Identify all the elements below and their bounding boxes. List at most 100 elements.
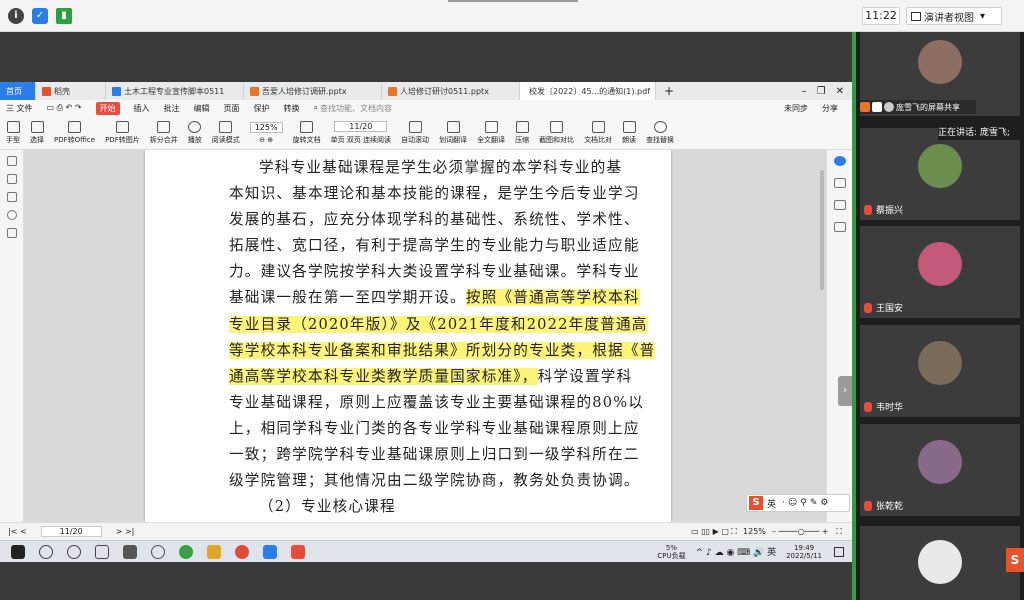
status-page[interactable]: 11/20 xyxy=(40,526,102,537)
properties-icon[interactable] xyxy=(834,200,846,210)
security-shield-icon[interactable]: ✓ xyxy=(32,7,48,24)
text-segment: 科学设置学科 xyxy=(537,367,633,385)
info-icon[interactable]: i xyxy=(8,7,24,24)
vertical-scrollbar[interactable] xyxy=(820,170,824,290)
menu-start[interactable]: 开始 xyxy=(95,101,120,115)
attachment-icon[interactable] xyxy=(7,210,17,220)
reading-mode-button[interactable]: 阅读模式 xyxy=(212,120,240,145)
menu-edit[interactable]: 编辑 xyxy=(194,103,210,114)
presenter-view-button[interactable]: 演讲者视图 ▾ xyxy=(906,7,1002,25)
split-merge-button[interactable]: 拆分合并 xyxy=(150,120,178,145)
window-drag-handle[interactable] xyxy=(448,0,578,2)
self-video-tile[interactable] xyxy=(860,526,1020,600)
participant-tile-3[interactable]: 韦时华 xyxy=(860,325,1020,417)
notification-icon[interactable] xyxy=(834,546,844,557)
single-page-toggle[interactable]: 单页 xyxy=(331,136,345,144)
tab-talent-survey[interactable]: 吾爱人培修订调研.pptx xyxy=(244,82,382,100)
auto-scroll-button[interactable]: 自动滚动 xyxy=(401,120,429,145)
ime-toolbar[interactable]: S 英 ·☺⚲✎⚙ xyxy=(746,494,850,512)
sogou-float-icon[interactable]: S xyxy=(1006,548,1024,572)
zoom-control[interactable]: 125% ⊖ ⊕ xyxy=(249,121,283,144)
ime-tool-icons[interactable]: ·☺⚲✎⚙ xyxy=(782,498,831,508)
panel-expand-button[interactable]: › xyxy=(838,376,852,406)
tab-civil-script[interactable]: 土木工程专业宣传脚本0511 xyxy=(106,82,244,100)
magnifier-app-icon[interactable] xyxy=(151,544,165,559)
zoom-icons[interactable]: ⊖ ⊕ xyxy=(259,136,273,144)
cortana-icon[interactable] xyxy=(67,544,81,559)
document-viewport[interactable]: 学科专业基础课程是学生必须掌握的本学科专业的基 本知识、基本理论和基本技能的课程，… xyxy=(0,150,852,522)
menu-insert[interactable]: 插入 xyxy=(134,103,150,114)
tab-docer[interactable]: 稻壳 xyxy=(36,82,106,100)
status-zoom[interactable]: 125% xyxy=(743,527,766,536)
continuous-toggle[interactable]: 连续阅读 xyxy=(363,136,391,144)
view-mode-icons[interactable]: ▭ ▯▯ ▶ ▢ ⛶ xyxy=(691,527,737,537)
new-tab-button[interactable]: + xyxy=(664,84,674,98)
wechat-icon[interactable] xyxy=(179,544,193,559)
search-icon[interactable] xyxy=(39,544,53,559)
tab-active-pdf[interactable]: 校发〔2022〕45...的通知(1).pdf xyxy=(520,82,656,100)
signal-icon[interactable]: ▮ xyxy=(56,7,72,24)
zoom-slider[interactable]: – ────○─── + xyxy=(772,527,828,536)
select-tool-button[interactable]: 选择 xyxy=(30,120,44,145)
fullscreen-icon[interactable]: ⛶ xyxy=(836,527,842,537)
menu-protect[interactable]: 保护 xyxy=(254,103,270,114)
cpu-monitor[interactable]: 5% CPU负载 xyxy=(657,544,685,560)
widgets-icon[interactable] xyxy=(123,544,137,559)
participant-tile-1[interactable]: 蔡振兴 xyxy=(860,128,1020,220)
page-number-input[interactable]: 11/20 xyxy=(334,120,388,132)
cloud-sync-status[interactable]: 未同步 xyxy=(784,103,808,114)
comment-icon[interactable] xyxy=(7,192,17,202)
tab-talent-discussion[interactable]: 人培修订研讨0511.pptx xyxy=(382,82,520,100)
rotate-button[interactable]: 旋转文档 xyxy=(293,120,321,145)
system-clock[interactable]: 19:49 2022/5/11 xyxy=(786,544,822,560)
text-line: 一致；跨学院学科专业基础课原则上归口到一级学科所在二 xyxy=(229,442,638,468)
menu-page[interactable]: 页面 xyxy=(224,103,240,114)
file-explorer-icon[interactable] xyxy=(207,544,221,559)
double-page-toggle[interactable]: 双页 xyxy=(347,136,361,144)
feature-search[interactable]: 查找功能、文档内容 xyxy=(320,103,392,114)
menu-file[interactable]: 三 文件 xyxy=(6,103,33,114)
assistant-icon[interactable] xyxy=(834,156,846,166)
find-replace-button[interactable]: 查找替换 xyxy=(646,120,674,145)
stamp-icon[interactable] xyxy=(834,222,846,232)
hand-tool-button[interactable]: 手型 xyxy=(6,120,20,145)
nav-next-last[interactable]: > >| xyxy=(116,527,135,536)
page-navigator[interactable]: 11/20 单页 双页 连续阅读 xyxy=(331,120,391,145)
minimize-icon[interactable]: – xyxy=(802,86,807,97)
pdf-to-image-button[interactable]: PDF转图片 xyxy=(105,120,140,145)
share-button[interactable]: 分享 xyxy=(822,103,838,114)
text-segment: 发展的基石，应充分体现学科的基础性、系统性、学术性、 xyxy=(229,211,640,229)
text-line: 学科专业基础课程是学生必须掌握的本学科专业的基 xyxy=(229,155,621,181)
tab-home[interactable]: 首页 xyxy=(0,82,36,100)
thumbnail-icon[interactable] xyxy=(7,174,17,184)
restore-icon[interactable]: ❐ xyxy=(817,86,826,97)
full-translate-button[interactable]: 全文翻译 xyxy=(477,120,505,145)
menu-convert[interactable]: 转换 xyxy=(284,103,300,114)
quick-access-icons[interactable]: ▭ ⎙ ↶ ↷ xyxy=(47,103,82,113)
bookmark-icon[interactable] xyxy=(7,156,17,166)
chrome-icon[interactable] xyxy=(235,544,249,559)
play-button[interactable]: 播放 xyxy=(188,120,202,145)
compress-button[interactable]: 压缩 xyxy=(515,120,529,145)
ime-language[interactable]: 英 xyxy=(767,497,776,510)
task-view-icon[interactable] xyxy=(95,544,109,559)
signature-icon[interactable] xyxy=(7,228,17,238)
meeting-app-icon[interactable] xyxy=(263,544,277,559)
close-icon[interactable]: ✕ xyxy=(836,86,844,97)
rotate-icon xyxy=(300,120,314,133)
read-aloud-button[interactable]: 朗读 xyxy=(622,120,636,145)
wps-app-icon[interactable] xyxy=(291,544,305,559)
participant-tile-2[interactable]: 王国安 xyxy=(860,226,1020,318)
magnifier-icon xyxy=(653,120,667,133)
pdf-to-office-button[interactable]: PDF转Office xyxy=(54,120,95,145)
zoom-select[interactable]: 125% xyxy=(249,121,283,133)
windows-start-icon[interactable] xyxy=(11,544,25,559)
word-translate-button[interactable]: 划词翻译 xyxy=(439,120,467,145)
nav-first-prev[interactable]: |< < xyxy=(8,527,27,536)
settings-icon[interactable] xyxy=(834,178,846,188)
tray-icons[interactable]: ^ ♪ ☁ ◉ ⌨ 🔊 英 xyxy=(696,545,777,558)
screenshot-compare-button[interactable]: 截图和对比 xyxy=(539,120,574,145)
menu-comment[interactable]: 批注 xyxy=(164,103,180,114)
doc-compare-button[interactable]: 文档比对 xyxy=(584,120,612,145)
participant-tile-4[interactable]: 张乾乾 xyxy=(860,424,1020,516)
